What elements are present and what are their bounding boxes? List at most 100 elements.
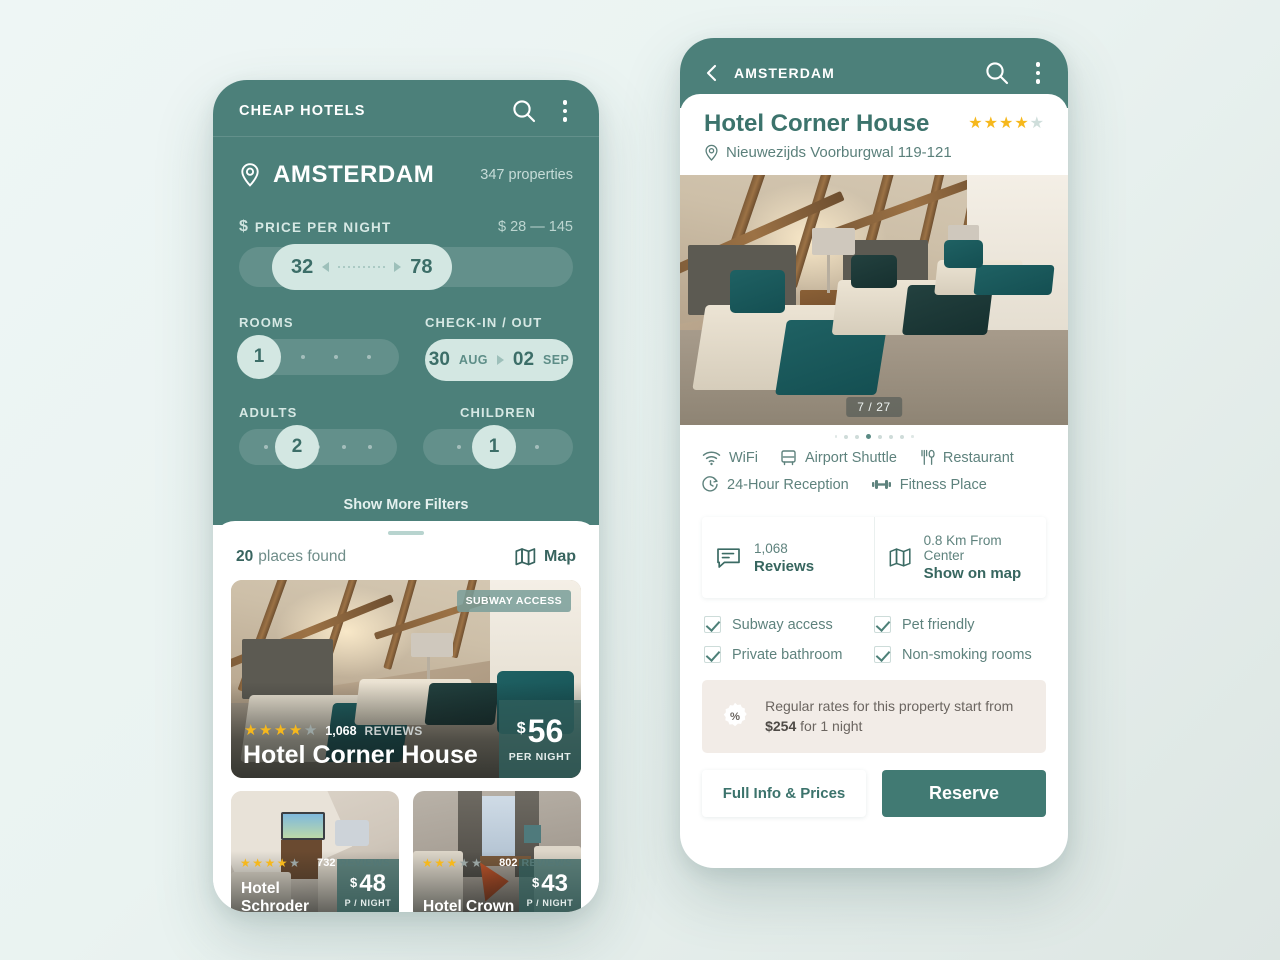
price-range-slider[interactable]: 32 78 <box>239 244 573 290</box>
price-amount: 43 <box>541 870 568 897</box>
checkin-filter: CHECK-IN / OUT 30 AUG 02 SEP <box>425 315 573 381</box>
adults-filter: ADULTS 2 <box>239 405 397 469</box>
checkout-day: 02 <box>512 349 535 370</box>
sheet-grabber-handle[interactable] <box>388 531 424 535</box>
subway-access-badge: SUBWAY ACCESS <box>456 590 571 612</box>
star-rating: ★ ★ ★ ★ ★ <box>422 856 482 870</box>
star-rating: ★ ★ ★ ★ ★ <box>244 722 318 739</box>
amenity-airport-shuttle: Airport Shuttle <box>780 449 897 466</box>
amenity-label: WiFi <box>729 449 758 466</box>
results-count: 20 <box>236 547 254 565</box>
amenities-section: WiFi Airport Shuttle Restaurant 24-Hour … <box>680 443 1068 517</box>
properties-count: 347 properties <box>480 167 573 183</box>
reviews-info-card[interactable]: 1,068 Reviews <box>702 517 874 598</box>
pagination-dot[interactable] <box>844 434 848 439</box>
slider-dot-track <box>338 266 386 268</box>
price-filter-header: $ PRICE PER NIGHT $ 28 — 145 <box>239 218 573 236</box>
overflow-menu-icon[interactable] <box>1030 62 1047 84</box>
location-pin-icon <box>705 144 718 161</box>
stepper-dot <box>342 445 346 449</box>
price-currency: $ <box>350 875 358 890</box>
checkin-label: CHECK-IN / OUT <box>425 315 543 330</box>
info-cards-row: 1,068 Reviews 0.8 Km From Center Show on… <box>702 517 1046 598</box>
map-info-text: 0.8 Km From Center Show on map <box>924 533 1032 582</box>
pagination-dot[interactable] <box>911 435 914 438</box>
star-rating: ★ ★ ★ ★ ★ <box>240 856 300 870</box>
back-chevron-icon[interactable] <box>702 63 722 83</box>
children-knob[interactable]: 1 <box>472 425 516 469</box>
featured-hotel-name: Hotel Corner House <box>243 741 478 769</box>
children-stepper[interactable]: 1 <box>423 425 573 469</box>
stepper-dot <box>300 355 305 359</box>
checkout-month: SEP <box>543 353 570 367</box>
phone-detail-screen: AMSTERDAM Hotel Corner House ★ ★ ★ ★ ★ N… <box>680 38 1068 868</box>
feature-label: Private bathroom <box>732 646 843 663</box>
children-label: CHILDREN <box>460 405 536 420</box>
reserve-button[interactable]: Reserve <box>882 769 1046 817</box>
price-max-value: 78 <box>410 255 433 278</box>
price-filter-label: PRICE PER NIGHT <box>254 219 392 235</box>
show-more-filters-button[interactable]: Show More Filters <box>239 497 573 513</box>
search-topbar: CHEAP HOTELS <box>239 80 573 136</box>
results-header: 20 places found Map <box>231 547 581 566</box>
comment-icon <box>717 547 740 568</box>
hotel-cards-row: ★★★★★ 732 REVIEWS Hotel Schroder $ 48 <box>231 791 581 912</box>
gallery-pagination-dots[interactable] <box>680 425 1068 443</box>
price-badge: $ 43 P / NIGHT <box>519 859 581 912</box>
checkmark-icon <box>704 646 721 663</box>
price-currency: $ <box>532 875 540 890</box>
search-icon[interactable] <box>511 98 537 124</box>
feature-label: Non-smoking rooms <box>902 646 1032 663</box>
hotel-card-schroder[interactable]: ★★★★★ 732 REVIEWS Hotel Schroder $ 48 <box>231 791 399 912</box>
topbar-actions <box>511 98 574 124</box>
reviews-label: REVIEWS <box>364 723 423 738</box>
hotel-gallery-image[interactable]: 7 / 27 <box>680 175 1068 425</box>
city-name: AMSTERDAM <box>273 161 435 188</box>
app-brand-title: CHEAP HOTELS <box>239 103 366 119</box>
feature-label: Subway access <box>732 616 833 633</box>
amenities-row-1: WiFi Airport Shuttle Restaurant <box>702 449 1046 466</box>
hotel-card-featured[interactable]: SUBWAY ACCESS ★ ★ ★ ★ ★ 1,068 REVIEWS Hotel … <box>231 580 581 778</box>
filter-row-1: ROOMS 1 CHECK-IN / OUT 30 AUG 02 SEP <box>237 315 573 381</box>
price-filter-range: $ 28 — 145 <box>498 219 573 235</box>
promo-text-before: Regular rates for this property start fr… <box>765 698 1014 714</box>
pagination-dot-active[interactable] <box>866 434 871 439</box>
amenity-fitness: Fitness Place <box>871 477 987 493</box>
pagination-dot[interactable] <box>889 434 893 439</box>
dumbbell-icon <box>871 480 891 489</box>
hotel-title-row: Hotel Corner House ★ ★ ★ ★ ★ <box>704 110 1044 138</box>
slider-left-arrow-icon[interactable] <box>322 262 330 272</box>
amenity-label: Airport Shuttle <box>805 449 897 466</box>
rooms-filter: ROOMS 1 <box>237 315 399 381</box>
checkin-checkout-pill[interactable]: 30 AUG 02 SEP <box>425 339 573 381</box>
promo-text-after: for 1 night <box>796 718 863 735</box>
wifi-icon <box>702 451 721 465</box>
phone-search-screen: CHEAP HOTELS AMSTERDAM 347 properties $ … <box>213 80 599 912</box>
pagination-dot[interactable] <box>834 435 837 438</box>
price-range-thumb[interactable]: 32 78 <box>272 244 452 290</box>
search-icon[interactable] <box>984 60 1010 86</box>
map-info-card[interactable]: 0.8 Km From Center Show on map <box>873 517 1047 598</box>
detail-topbar-actions <box>984 60 1047 86</box>
amenity-wifi: WiFi <box>702 450 758 466</box>
pagination-dot[interactable] <box>900 434 904 439</box>
full-info-prices-button[interactable]: Full Info & Prices <box>702 769 866 817</box>
rooms-knob[interactable]: 1 <box>237 335 281 379</box>
price-period: P / NIGHT <box>344 898 392 908</box>
hotel-name: Hotel Schroder <box>241 880 310 912</box>
adults-knob[interactable]: 2 <box>275 425 319 469</box>
pagination-dot[interactable] <box>855 434 859 439</box>
overflow-menu-icon[interactable] <box>557 100 574 122</box>
price-currency: $ <box>516 720 526 737</box>
adults-stepper[interactable]: 2 <box>239 425 397 469</box>
amenity-24h-reception: 24-Hour Reception <box>702 476 849 493</box>
hotel-card-crown[interactable]: ★★★★★ 802 REVIEWS Hotel Crown $ 43 <box>413 791 581 912</box>
map-toggle-button[interactable]: Map <box>515 547 576 566</box>
slider-right-arrow-icon[interactable] <box>394 262 402 272</box>
reviews-label: Reviews <box>754 557 815 575</box>
stepper-dot <box>333 355 338 359</box>
rooms-stepper[interactable]: 1 <box>237 335 399 379</box>
location-pin-icon <box>241 163 259 187</box>
pagination-dot[interactable] <box>878 434 882 439</box>
hotel-title-card: Hotel Corner House ★ ★ ★ ★ ★ Nieuwezijds Voo… <box>680 94 1068 175</box>
